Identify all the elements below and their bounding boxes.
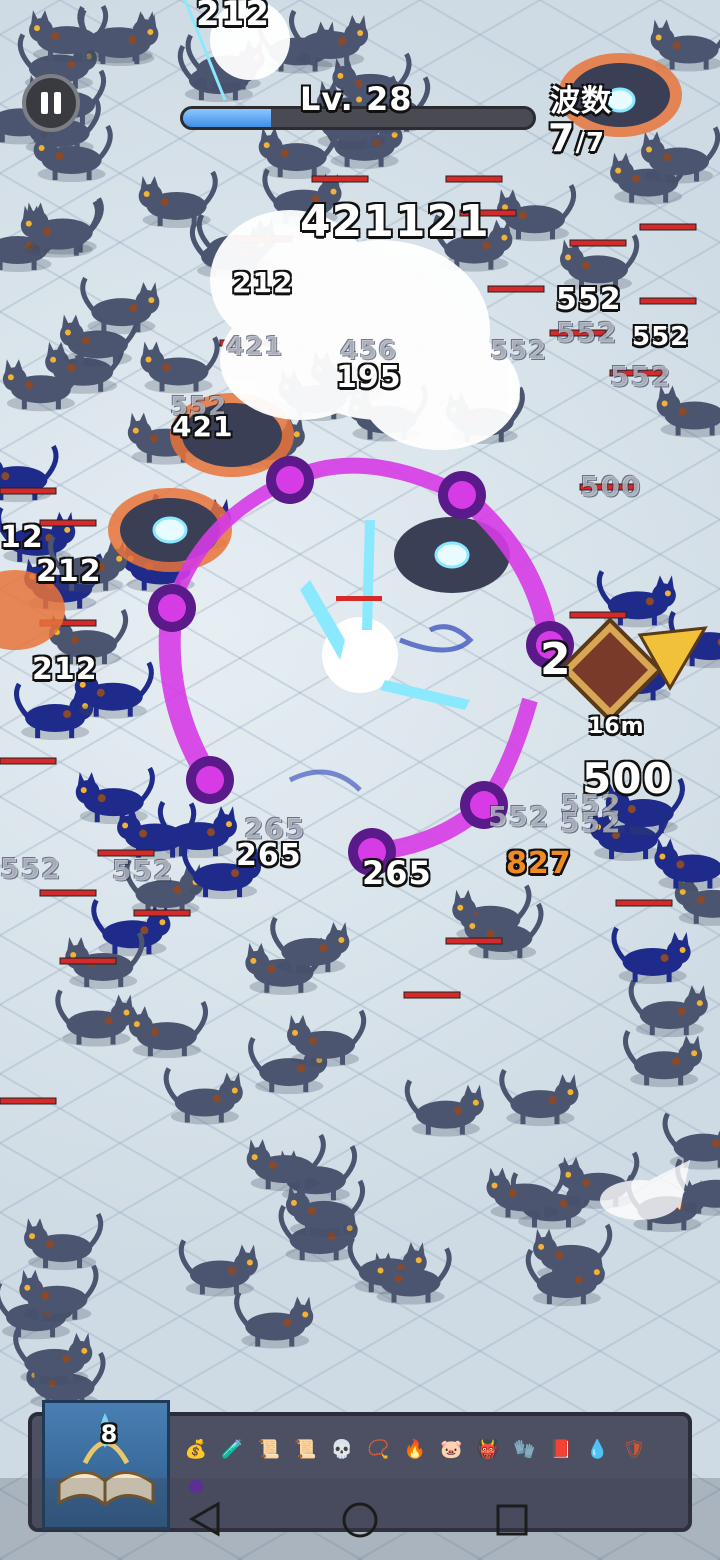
arcane-orb-core (276, 466, 304, 494)
damage-number: 552 (610, 360, 672, 393)
damage-number: 552 (112, 854, 174, 887)
enemy-health-bar (0, 1097, 57, 1105)
target-distance: 16m (588, 714, 645, 739)
grey-cat-enemy (55, 989, 135, 1047)
enemy-health-bar (39, 519, 97, 527)
gauntlet-icon[interactable]: 🧤 (510, 1434, 540, 1464)
piggy-bank-icon[interactable]: 🐷 (437, 1434, 467, 1464)
pause-button[interactable] (22, 74, 80, 132)
enemy-health-bar (59, 957, 117, 965)
damage-number: 421 (172, 410, 234, 443)
damage-number: 552 (632, 322, 690, 352)
wave-counter: 7/7 (548, 116, 605, 160)
system-navigation-bar (0, 1478, 720, 1560)
grey-cat-enemy (270, 916, 350, 974)
grey-cat-enemy (24, 1212, 104, 1271)
damage-number: 552 (556, 282, 622, 317)
damage-number: 421 (226, 332, 284, 362)
enemy-health-bar (569, 239, 627, 247)
grey-cat-enemy (499, 1068, 579, 1127)
damage-number: 500 (580, 470, 642, 503)
spellbook-count: 8 (100, 1420, 118, 1448)
damage-number: 12 (0, 520, 44, 555)
grey-cat-enemy (623, 1030, 703, 1088)
potion-bag-icon[interactable]: 🧪 (218, 1434, 248, 1464)
damage-number: 265 (362, 854, 432, 892)
arcane-orb-core (158, 594, 186, 622)
grey-cat-enemy (138, 170, 218, 228)
grey-cat-enemy (641, 126, 720, 184)
lightning-node (434, 541, 470, 569)
enemy-health-bar (639, 223, 697, 231)
scroll-icon[interactable]: 📜 (254, 1434, 284, 1464)
enemy-health-bar (133, 909, 191, 917)
grey-cat-enemy (287, 1009, 367, 1067)
grey-cat-enemy (19, 1264, 99, 1322)
shield-icon[interactable]: 🛡 (619, 1434, 649, 1464)
grey-cat-enemy (628, 979, 708, 1038)
wave-total: /7 (575, 128, 606, 158)
grey-cat-enemy (163, 1067, 243, 1125)
damage-number: 2 (540, 634, 572, 685)
fire-crystal-icon[interactable]: 🔥 (400, 1434, 430, 1464)
shadow-cat-enemy (654, 838, 720, 891)
enemy-health-bar (39, 889, 97, 897)
grey-cat-enemy (140, 336, 220, 394)
enemy-health-bar (0, 487, 57, 495)
shadow-cat-enemy (611, 926, 691, 984)
arcane-orb-core (448, 481, 476, 509)
damage-number: 827 (506, 846, 572, 881)
demon-mask-icon[interactable]: 👹 (473, 1434, 503, 1464)
water-drop-icon[interactable]: 💧 (583, 1434, 613, 1464)
level-label: Lv. 28 (300, 80, 413, 118)
grey-cat-enemy (650, 19, 720, 72)
damage-number: 212 (232, 266, 294, 299)
grey-cat-enemy (80, 276, 160, 335)
damage-number: 195 (336, 360, 402, 395)
target-indicator (557, 617, 708, 723)
enemy-health-bar (487, 285, 545, 293)
enemy-health-bar (0, 757, 57, 765)
experience-bar-fill (183, 109, 271, 127)
damage-number: 552 (0, 852, 62, 885)
damage-number: 265 (236, 838, 302, 873)
pause-icon (54, 92, 61, 114)
lightning-node (152, 516, 188, 544)
damage-number: 212 (196, 0, 270, 34)
damage-number: 552 (488, 800, 550, 833)
damage-number: 552 (560, 806, 622, 839)
skull-icon[interactable]: 💀 (327, 1434, 357, 1464)
spellbook-purple-icon[interactable]: 📕 (546, 1434, 576, 1464)
arcane-orb-core (196, 766, 224, 794)
enemy-health-bar (403, 991, 461, 999)
grey-cat-enemy (246, 1133, 326, 1192)
enemy-health-bar (615, 899, 673, 907)
grey-cat-enemy (486, 1162, 566, 1220)
amulet-icon[interactable]: 📿 (364, 1434, 394, 1464)
pause-icon (41, 92, 48, 114)
wave-title: 波数 (550, 84, 612, 119)
shadow-cat-enemy (75, 766, 155, 825)
grey-cat-enemy (404, 1079, 484, 1137)
grey-cat-enemy (662, 1112, 720, 1170)
enemy-health-bar (445, 937, 503, 945)
damage-number: 212 (32, 652, 98, 687)
coin-pouch-icon[interactable]: 💰 (181, 1434, 211, 1464)
scroll-icon[interactable]: 📜 (291, 1434, 321, 1464)
grey-cat-enemy (128, 1000, 208, 1059)
enemy-health-bar (311, 175, 369, 183)
enemy-health-bar (569, 611, 627, 619)
damage-number: 212 (36, 554, 102, 589)
wave-current: 7 (548, 116, 576, 160)
damage-number: 552 (556, 316, 618, 349)
damage-number: 552 (490, 336, 548, 366)
grey-cat-enemy (178, 1239, 258, 1297)
grey-cat-enemy (234, 1291, 314, 1349)
enemy-health-bar (445, 175, 503, 183)
damage-number: 421121 (300, 196, 490, 247)
enemy-health-bar (639, 297, 697, 305)
